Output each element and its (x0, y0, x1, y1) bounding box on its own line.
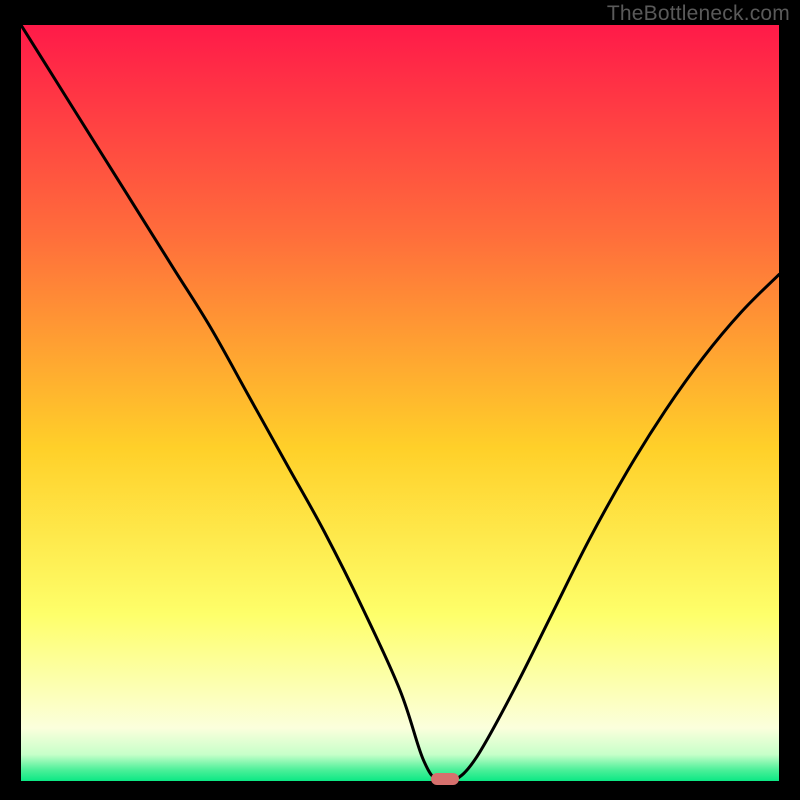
watermark-text: TheBottleneck.com (607, 2, 790, 26)
chart-frame: TheBottleneck.com (0, 0, 800, 800)
gradient-background (21, 25, 779, 781)
optimal-point-marker (431, 773, 459, 785)
plot-area (21, 25, 779, 781)
chart-svg (21, 25, 779, 781)
